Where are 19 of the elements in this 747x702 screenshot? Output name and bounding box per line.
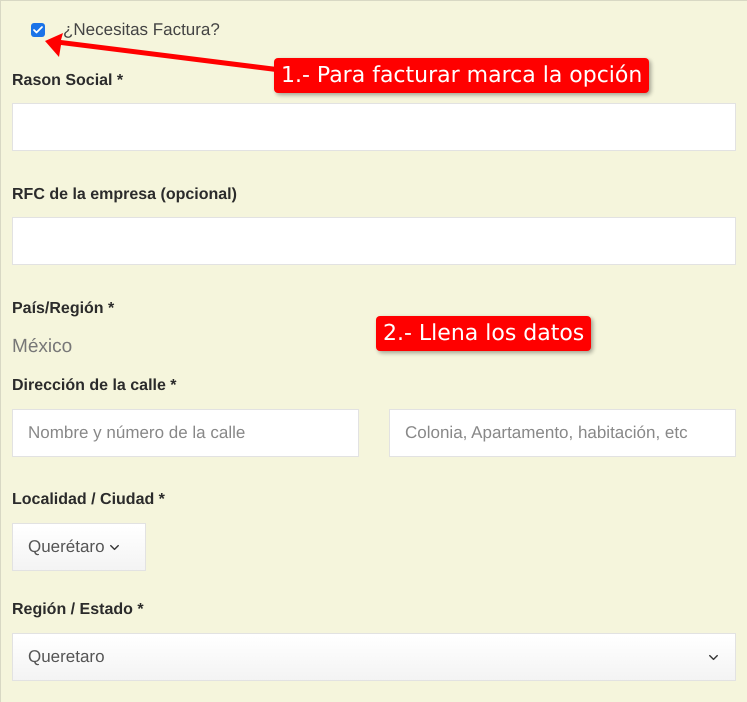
annotation-callout: 1.- Para facturar marca la opción: [274, 58, 650, 93]
text-field[interactable]: Colonia, Apartamento, habitación, etc: [389, 409, 736, 457]
select-value: Queretaro: [28, 646, 105, 668]
country-value: México: [12, 335, 72, 359]
field-label: País/Región *: [12, 299, 114, 319]
select-field[interactable]: Queretaro: [12, 633, 736, 681]
select-field[interactable]: Querétaro: [12, 523, 146, 571]
text-field[interactable]: Nombre y número de la calle: [12, 409, 359, 457]
field-label: Región / Estado *: [12, 600, 144, 620]
select-value: Querétaro: [28, 536, 105, 558]
field-label: Rason Social *: [12, 71, 124, 91]
text-field[interactable]: [12, 217, 736, 265]
checkbox-label[interactable]: ¿Necesitas Factura?: [63, 21, 220, 39]
field-label: Localidad / Ciudad *: [12, 490, 165, 510]
checkbox[interactable]: [31, 23, 45, 37]
annotation-callout: 2.- Llena los datos: [376, 316, 592, 351]
text-field[interactable]: [12, 103, 736, 151]
field-label: Dirección de la calle *: [12, 376, 177, 396]
field-label: RFC de la empresa (opcional): [12, 185, 237, 205]
